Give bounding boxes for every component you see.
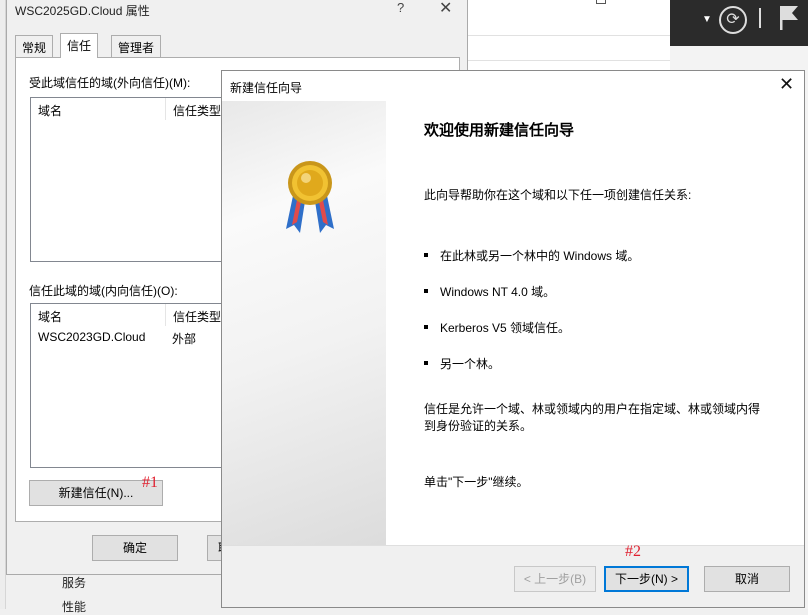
- next-button[interactable]: 下一步(N) >: [604, 566, 689, 592]
- medal-icon: [286, 161, 334, 233]
- column-header-domain[interactable]: 域名: [31, 304, 165, 326]
- column-header-domain[interactable]: 域名: [31, 98, 165, 120]
- bullet-dot: [424, 253, 428, 257]
- incoming-trusts-list[interactable]: 域名 信任类型 WSC2023GD.Cloud 外部: [30, 303, 240, 468]
- toolbar-separator: [759, 8, 761, 28]
- dialog-title: WSC2025GD.Cloud 属性: [15, 4, 150, 18]
- new-trust-wizard-dialog: 新建信任向导 ✕ 欢迎使用新建信任向导 此向导帮助你在这个域和以下任一项创建信任…: [221, 70, 805, 608]
- close-icon[interactable]: ✕: [779, 74, 794, 95]
- server-manager-toolbar: ▼ ⟳: [670, 0, 808, 46]
- incoming-trusts-label: 信任此域的域(内向信任)(O):: [29, 284, 178, 298]
- list-item-text: 另一个林。: [440, 357, 501, 371]
- wizard-button-bar: < 上一步(B) 下一步(N) > 取消: [222, 545, 804, 607]
- divider: [468, 35, 670, 36]
- tab-general[interactable]: 常规: [15, 35, 54, 57]
- back-button[interactable]: < 上一步(B): [514, 566, 596, 592]
- list-item-text: Windows NT 4.0 域。: [440, 285, 556, 299]
- list-item: 在此林或另一个林中的 Windows 域。: [424, 247, 784, 263]
- bullet-dot: [424, 325, 428, 329]
- background-item[interactable]: 服务: [62, 574, 86, 591]
- background-item[interactable]: 性能: [62, 598, 86, 615]
- bullet-dot: [424, 289, 428, 293]
- list-item: Kerberos V5 领域信任。: [424, 319, 784, 335]
- list-item-text: 在此林或另一个林中的 Windows 域。: [440, 249, 640, 263]
- wizard-description-line2: 到身份验证的关系。: [424, 419, 533, 433]
- table-row-type[interactable]: 外部: [172, 330, 196, 347]
- outgoing-trusts-list[interactable]: 域名 信任类型: [30, 97, 240, 262]
- list-item: Windows NT 4.0 域。: [424, 283, 784, 299]
- divider: [468, 60, 670, 61]
- list-item: 另一个林。: [424, 355, 784, 371]
- cancel-button[interactable]: 取消: [704, 566, 790, 592]
- list-item-text: Kerberos V5 领域信任。: [440, 321, 571, 335]
- wizard-continue-hint: 单击"下一步"继续。: [424, 475, 529, 489]
- annotation-1: #1: [142, 474, 158, 491]
- table-row-domain[interactable]: WSC2023GD.Cloud: [38, 330, 145, 344]
- ok-button[interactable]: 确定: [92, 535, 178, 561]
- wizard-description-line1: 信任是允许一个域、林或领域内的用户在指定域、林或领域内得: [424, 402, 761, 416]
- wizard-intro: 此向导帮助你在这个域和以下任一项创建信任关系:: [424, 188, 692, 202]
- restore-icon: [596, 0, 606, 4]
- help-icon[interactable]: ?: [397, 0, 404, 15]
- bullet-dot: [424, 361, 428, 365]
- wizard-heading: 欢迎使用新建信任向导: [424, 122, 575, 139]
- notification-flag-icon[interactable]: [778, 4, 800, 32]
- annotation-2: #2: [625, 543, 641, 560]
- outgoing-trusts-label: 受此域信任的域(外向信任)(M):: [29, 76, 191, 90]
- tab-trust[interactable]: 信任: [60, 33, 99, 58]
- wizard-side-panel: [222, 101, 386, 545]
- refresh-icon[interactable]: ⟳: [719, 6, 747, 34]
- wizard-title: 新建信任向导: [230, 81, 303, 95]
- dropdown-caret-icon[interactable]: ▼: [702, 14, 712, 25]
- close-icon[interactable]: ✕: [439, 0, 452, 18]
- background-panel: [468, 0, 670, 75]
- tab-managed-by[interactable]: 管理者: [111, 35, 162, 57]
